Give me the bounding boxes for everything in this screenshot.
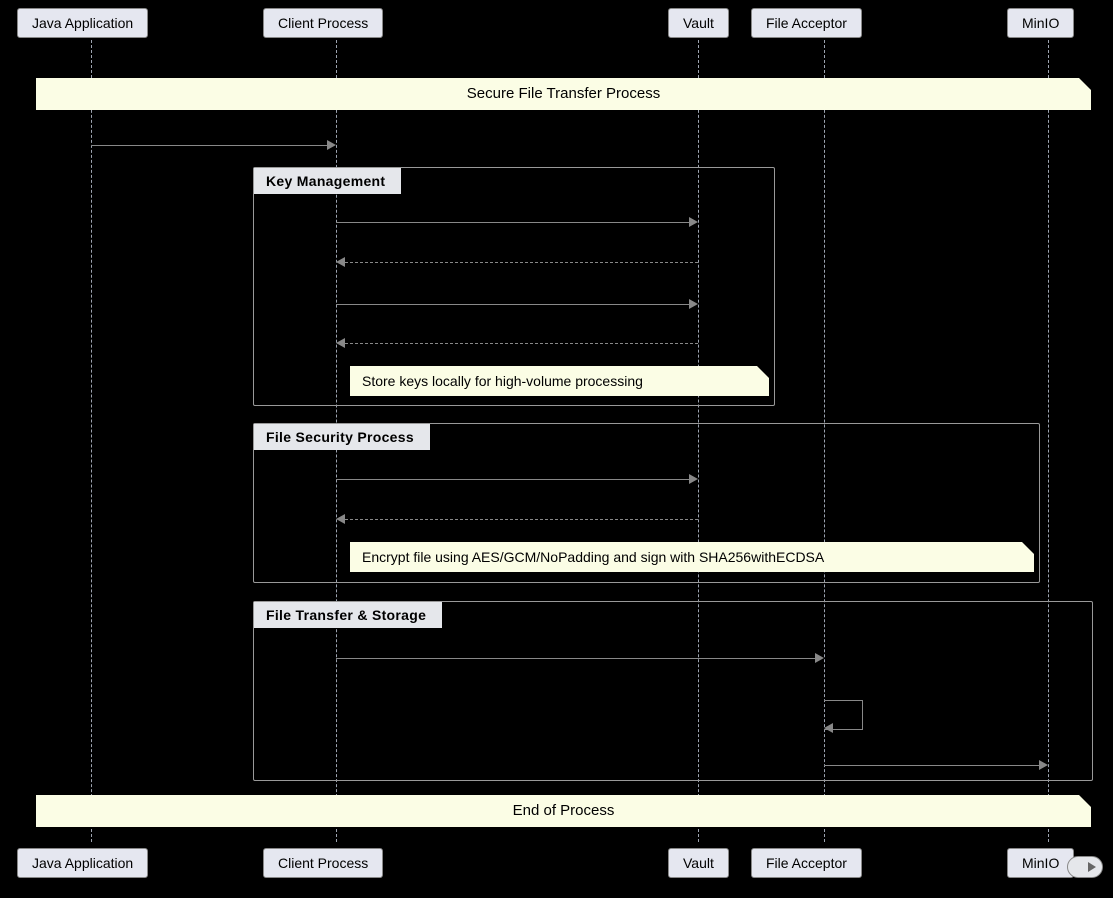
- note-store-keys-text: Store keys locally for high-volume proce…: [362, 373, 643, 389]
- participant-java-app-bottom: Java Application: [17, 848, 148, 878]
- arrow-fa-to-minio: [824, 765, 1039, 766]
- group-file-transfer: File Transfer & Storage: [253, 601, 1093, 781]
- arrow-fa-to-minio-head: [1039, 760, 1048, 770]
- note-encrypt-text: Encrypt file using AES/GCM/NoPadding and…: [362, 549, 824, 565]
- self-arrow-head: [824, 723, 833, 733]
- arrow-km-1: [336, 222, 689, 223]
- export-badge-arrow-icon: [1088, 862, 1096, 872]
- note-encrypt: Encrypt file using AES/GCM/NoPadding and…: [350, 542, 1034, 572]
- participant-minio-top: MinIO: [1007, 8, 1074, 38]
- participant-vault-top: Vault: [668, 8, 729, 38]
- participant-minio-bottom: MinIO: [1007, 848, 1074, 878]
- banner-bottom: End of Process: [36, 795, 1091, 827]
- arrow-ft-1-head: [815, 653, 824, 663]
- arrow-fs-2: [345, 519, 698, 520]
- participant-client-process-bottom: Client Process: [263, 848, 383, 878]
- participant-java-app-top: Java Application: [17, 8, 148, 38]
- note-store-keys: Store keys locally for high-volume proce…: [350, 366, 769, 396]
- lifeline-java-app: [91, 40, 92, 842]
- arrow-km-3-head: [689, 299, 698, 309]
- arrow-km-3: [336, 304, 689, 305]
- arrow-java-to-client-head: [327, 140, 336, 150]
- participant-file-acceptor-top: File Acceptor: [751, 8, 862, 38]
- banner-top: Secure File Transfer Process: [36, 78, 1091, 110]
- participant-file-acceptor-bottom: File Acceptor: [751, 848, 862, 878]
- arrow-java-to-client: [91, 145, 327, 146]
- arrow-km-4-head: [336, 338, 345, 348]
- arrow-km-4: [345, 343, 698, 344]
- arrow-fs-1: [336, 479, 689, 480]
- participant-client-process-top: Client Process: [263, 8, 383, 38]
- banner-top-text: Secure File Transfer Process: [467, 85, 660, 102]
- arrow-km-2: [345, 262, 698, 263]
- banner-bottom-text: End of Process: [513, 802, 615, 819]
- export-badge[interactable]: [1067, 856, 1103, 878]
- group-file-transfer-label: File Transfer & Storage: [254, 602, 442, 628]
- arrow-km-1-head: [689, 217, 698, 227]
- arrow-km-2-head: [336, 257, 345, 267]
- arrow-fs-1-head: [689, 474, 698, 484]
- participant-vault-bottom: Vault: [668, 848, 729, 878]
- group-key-management-label: Key Management: [254, 168, 401, 194]
- arrow-ft-1: [336, 658, 815, 659]
- group-file-security-label: File Security Process: [254, 424, 430, 450]
- arrow-fs-2-head: [336, 514, 345, 524]
